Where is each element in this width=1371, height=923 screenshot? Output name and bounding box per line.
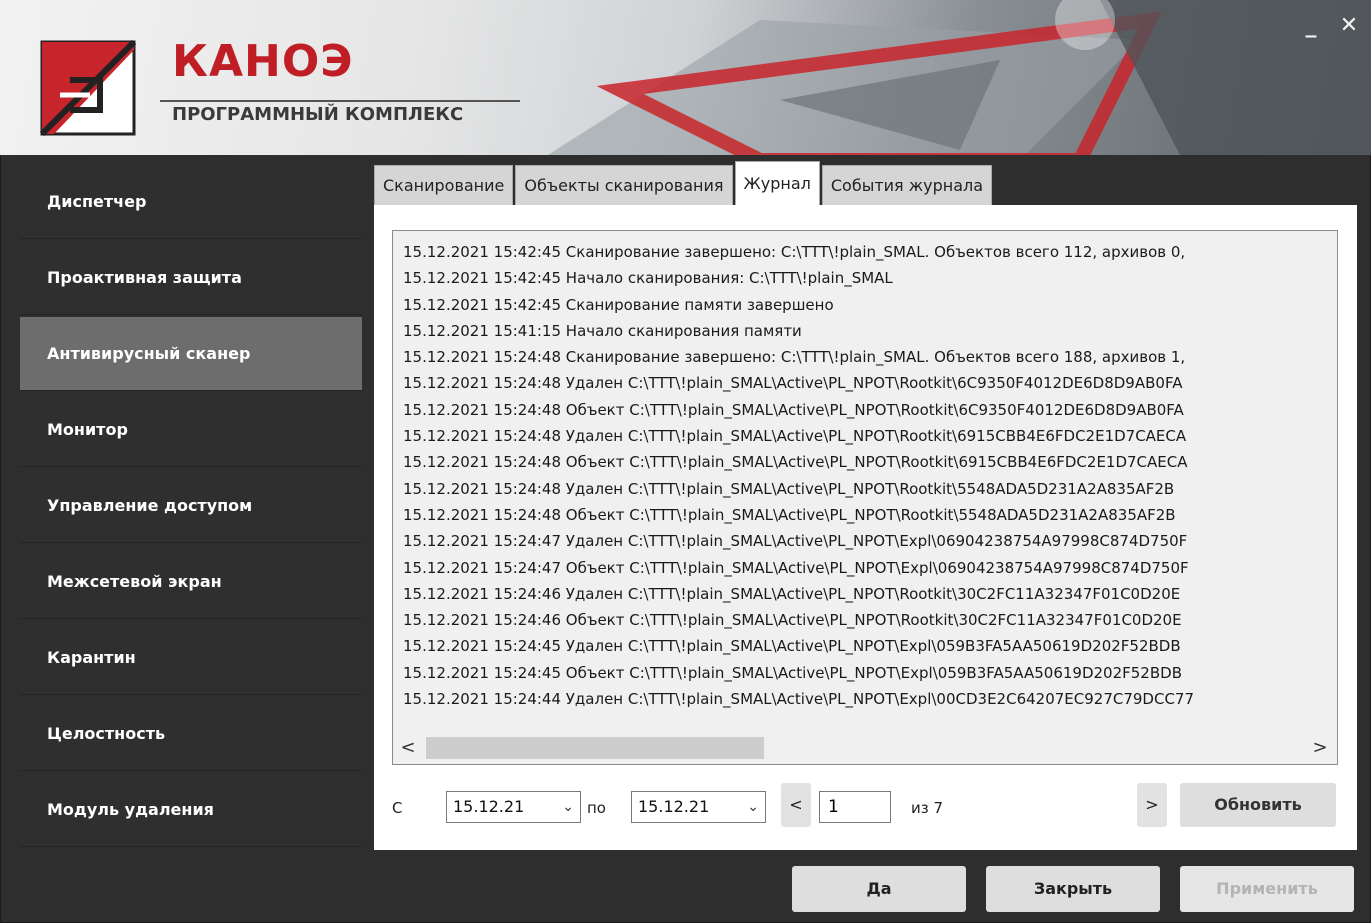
sidebar-item-firewall[interactable]: Межсетевой экран: [20, 545, 362, 619]
sidebar-item-proactive-protection[interactable]: Проактивная защита: [20, 241, 362, 315]
tab-journal[interactable]: Журнал: [734, 161, 820, 205]
log-line: 15.12.2021 15:42:45 Сканирование памяти …: [403, 295, 834, 314]
date-from-label: С: [392, 799, 403, 817]
log-line: 15.12.2021 15:24:48 Объект C:\TTT\!plain…: [403, 453, 1188, 472]
ok-button[interactable]: Да: [792, 866, 966, 912]
tab-scan-objects[interactable]: Объекты сканирования: [515, 165, 733, 205]
sidebar: Диспетчер Проактивная защита Антивирусны…: [20, 165, 362, 849]
journal-log[interactable]: 15.12.2021 15:42:45 Сканирование заверше…: [392, 230, 1338, 765]
minimize-icon[interactable]: _: [1299, 14, 1323, 38]
sidebar-item-dispatcher[interactable]: Диспетчер: [20, 165, 362, 239]
close-button[interactable]: Закрыть: [986, 866, 1160, 912]
log-line: 15.12.2021 15:24:48 Сканирование заверше…: [403, 348, 1186, 367]
sidebar-item-antivirus-scanner[interactable]: Антивирусный сканер: [20, 317, 362, 391]
log-line: 15.12.2021 15:42:45 Начало сканирования:…: [403, 269, 893, 288]
page-number-input[interactable]: 1: [819, 791, 891, 823]
brand-divider: [160, 100, 520, 102]
tab-journal-events[interactable]: События журнала: [821, 165, 993, 205]
apply-button[interactable]: Применить: [1180, 866, 1354, 912]
log-line: 15.12.2021 15:24:45 Объект C:\TTT\!plain…: [403, 663, 1182, 682]
date-to-label: по: [587, 799, 606, 817]
refresh-button[interactable]: Обновить: [1180, 783, 1336, 827]
log-line: 15.12.2021 15:24:47 Объект C:\TTT\!plain…: [403, 558, 1189, 577]
date-from-value: 15.12.21: [453, 797, 525, 816]
header-banner: КАНОЭ ПРОГРАММНЫЙ КОМПЛЕКС _ ✕: [0, 0, 1371, 155]
log-line: 15.12.2021 15:24:45 Удален C:\TTT\!plain…: [403, 637, 1181, 656]
page-count-label: из 7: [911, 799, 944, 817]
close-icon[interactable]: ✕: [1337, 14, 1361, 38]
log-line: 15.12.2021 15:24:48 Удален C:\TTT\!plain…: [403, 374, 1183, 393]
log-line: 15.12.2021 15:24:47 Удален C:\TTT\!plain…: [403, 532, 1188, 551]
scroll-left-icon[interactable]: <: [396, 733, 420, 763]
date-to-value: 15.12.21: [638, 797, 710, 816]
brand-subtitle: ПРОГРАММНЫЙ КОМПЛЕКС: [172, 104, 464, 125]
sidebar-item-quarantine[interactable]: Карантин: [20, 621, 362, 695]
date-to-select[interactable]: 15.12.21 ⌄: [631, 791, 766, 823]
log-line: 15.12.2021 15:24:48 Удален C:\TTT\!plain…: [403, 479, 1175, 498]
prev-page-button[interactable]: <: [781, 783, 811, 827]
chevron-down-icon: ⌄: [562, 799, 574, 815]
sidebar-item-access-control[interactable]: Управление доступом: [20, 469, 362, 543]
window-controls: _ ✕: [1299, 14, 1361, 38]
date-from-select[interactable]: 15.12.21 ⌄: [446, 791, 581, 823]
log-lines: 15.12.2021 15:42:45 Сканирование заверше…: [403, 239, 1335, 712]
log-line: 15.12.2021 15:42:45 Сканирование заверше…: [403, 243, 1186, 261]
tab-scanning[interactable]: Сканирование: [374, 165, 514, 205]
log-line: 15.12.2021 15:24:48 Удален C:\TTT\!plain…: [403, 427, 1187, 446]
log-line: 15.12.2021 15:24:48 Объект C:\TTT\!plain…: [403, 400, 1184, 419]
log-line: 15.12.2021 15:41:15 Начало сканирования …: [403, 321, 802, 340]
log-line: 15.12.2021 15:24:46 Объект C:\TTT\!plain…: [403, 611, 1182, 630]
kanoe-logo: [40, 40, 136, 136]
log-line: 15.12.2021 15:24:44 Удален C:\TTT\!plain…: [403, 690, 1195, 709]
app-window: КАНОЭ ПРОГРАММНЫЙ КОМПЛЕКС _ ✕ Диспетчер…: [0, 0, 1371, 923]
log-line: 15.12.2021 15:24:46 Удален C:\TTT\!plain…: [403, 584, 1181, 603]
log-line: 15.12.2021 15:24:48 Объект C:\TTT\!plain…: [403, 505, 1176, 524]
brand-title: КАНОЭ: [172, 36, 354, 87]
scrollbar-thumb[interactable]: [426, 737, 764, 759]
next-page-button[interactable]: >: [1137, 783, 1167, 827]
sidebar-item-monitor[interactable]: Монитор: [20, 393, 362, 467]
chevron-down-icon: ⌄: [747, 799, 759, 815]
tab-bar: Сканирование Объекты сканирования Журнал…: [374, 161, 994, 205]
sidebar-item-removal-module[interactable]: Модуль удаления: [20, 773, 362, 847]
horizontal-scrollbar[interactable]: < >: [394, 733, 1336, 763]
sidebar-item-integrity[interactable]: Целостность: [20, 697, 362, 771]
scroll-right-icon[interactable]: >: [1308, 733, 1332, 763]
